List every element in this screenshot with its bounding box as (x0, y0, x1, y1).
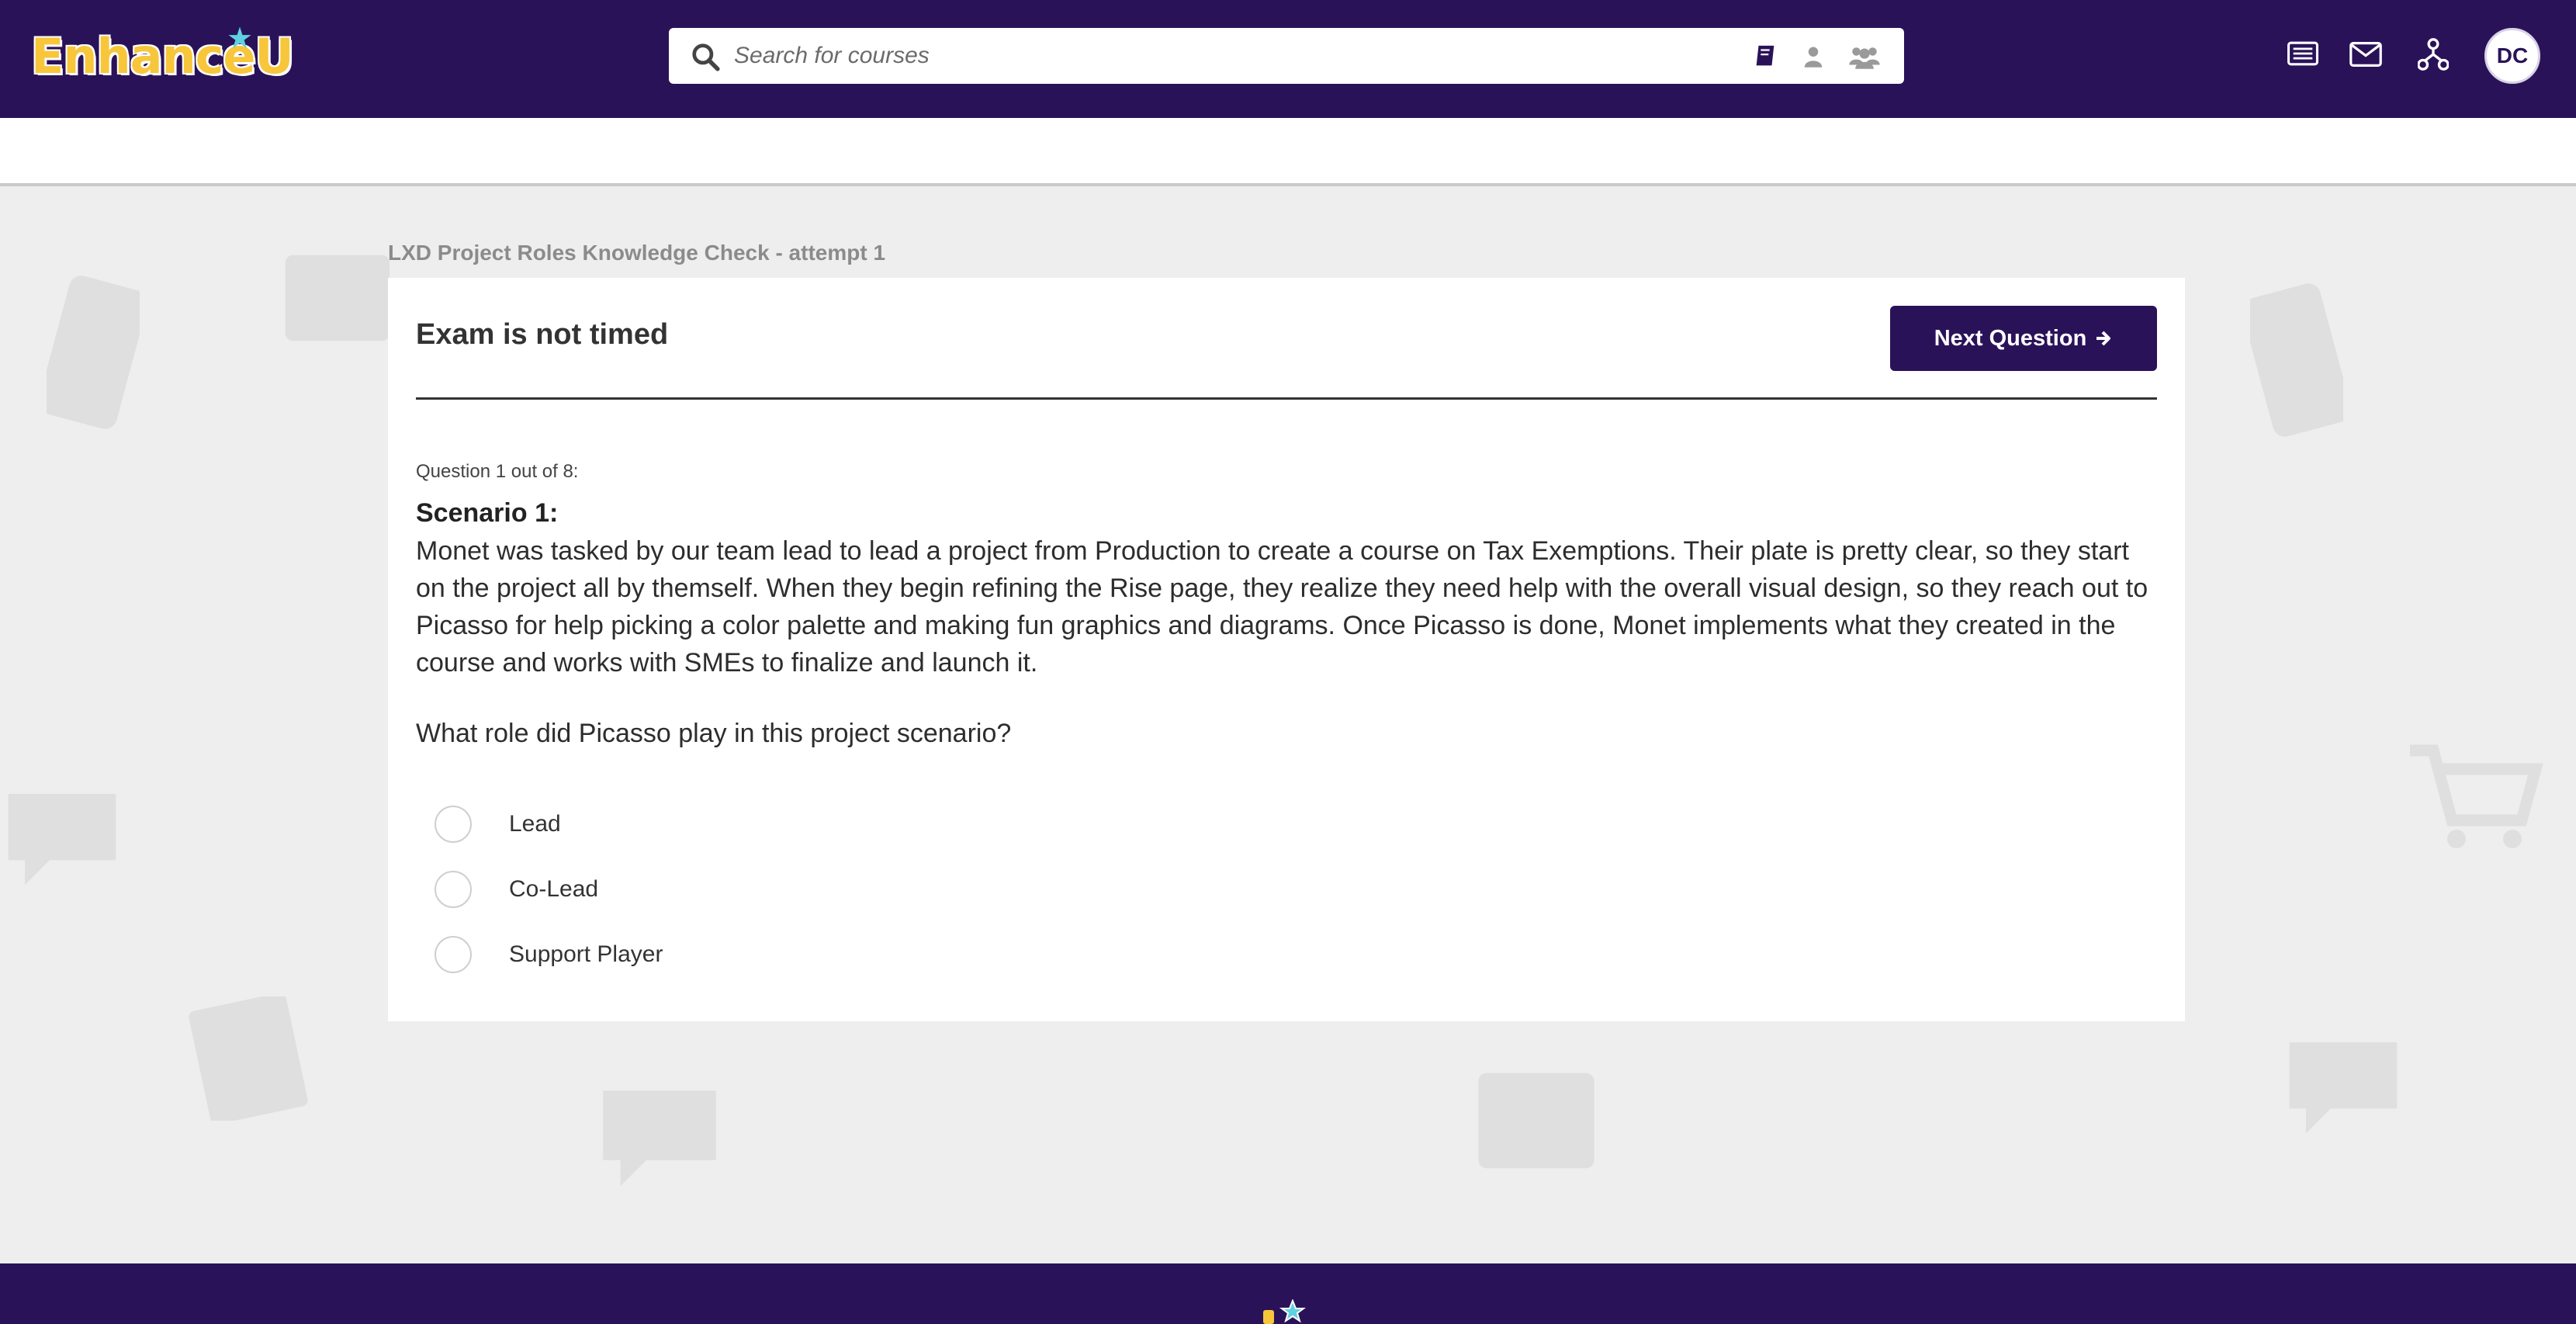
enhanceu-logo[interactable]: EnhanceU ★ (31, 23, 294, 88)
answer-option-lead[interactable]: Lead (435, 804, 561, 844)
timer-status: Exam is not timed (416, 318, 669, 351)
sub-navigation-bar (0, 118, 2576, 186)
next-question-label: Next Question (1934, 325, 2087, 351)
option-label: Lead (509, 811, 561, 837)
document-pattern-icon (189, 996, 308, 1121)
footer (0, 1263, 2576, 1324)
answer-option-support-player[interactable]: Support Player (435, 934, 663, 975)
group-filter-icon[interactable] (1848, 43, 1881, 70)
logo-star-icon: ★ (227, 23, 254, 55)
exam-title: LXD Project Roles Knowledge Check - atte… (388, 241, 886, 265)
courses-filter-icon[interactable] (1752, 43, 1778, 70)
network-icon[interactable] (2418, 37, 2449, 71)
header-divider (416, 397, 2157, 400)
footer-logo-icon (1263, 1299, 1306, 1324)
chat-pattern-icon (2289, 1042, 2398, 1134)
option-label: Co-Lead (509, 876, 599, 902)
user-avatar[interactable]: DC (2484, 28, 2540, 84)
person-filter-icon[interactable] (1802, 43, 1825, 70)
next-question-button[interactable]: Next Question (1890, 306, 2157, 371)
list-icon[interactable] (2287, 40, 2318, 67)
top-navigation-bar: EnhanceU ★ Search for courses DC (0, 0, 2576, 118)
search-input[interactable] (734, 28, 1626, 84)
radio-button[interactable] (435, 936, 472, 973)
arrow-right-icon (2096, 331, 2111, 346)
chat-pattern-icon (8, 794, 116, 886)
phone-pattern-icon (2250, 283, 2343, 437)
option-label: Support Player (509, 941, 663, 967)
image-pattern-icon (285, 255, 390, 341)
question-text: What role did Picasso play in this proje… (416, 719, 1012, 748)
mail-icon[interactable] (2349, 42, 2382, 67)
scenario-text: Monet was tasked by our team lead to lea… (416, 536, 2148, 678)
radio-button[interactable] (435, 871, 472, 908)
radio-button[interactable] (435, 806, 472, 843)
search-bar (669, 28, 1904, 84)
question-card: Exam is not timed Next Question Question… (388, 278, 2185, 1021)
phone-pattern-icon (47, 276, 140, 429)
cart-pattern-icon (2410, 744, 2543, 848)
avatar-initials: DC (2496, 43, 2529, 68)
scenario-title: Scenario 1: (416, 498, 559, 528)
chat-pattern-icon (603, 1090, 716, 1187)
search-icon[interactable] (691, 42, 720, 71)
answer-option-co-lead[interactable]: Co-Lead (435, 869, 598, 910)
image-pattern-icon (1478, 1073, 1594, 1169)
question-count: Question 1 out of 8: (416, 461, 579, 482)
